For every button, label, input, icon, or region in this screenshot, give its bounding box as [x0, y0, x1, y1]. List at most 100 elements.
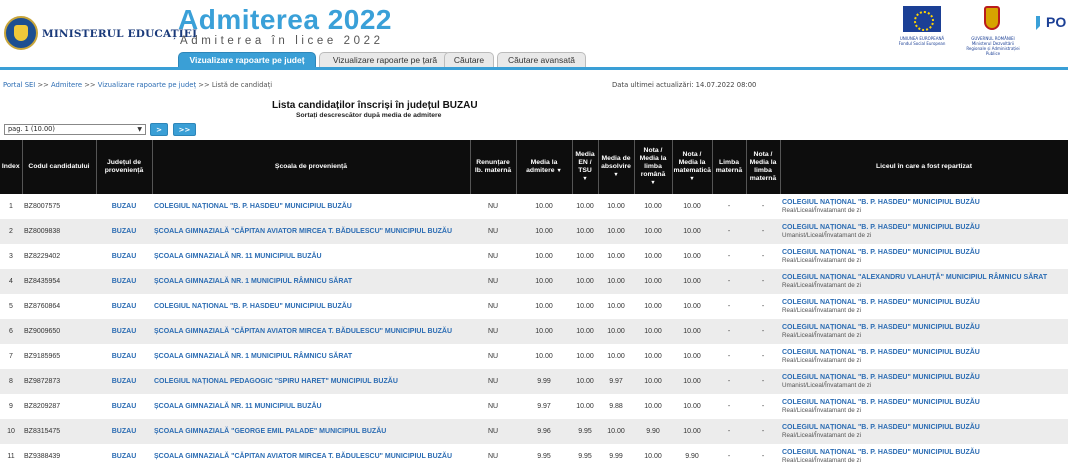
- col-media-admitere[interactable]: Media la admitere ▼: [516, 140, 573, 194]
- tab-search[interactable]: Căutare: [444, 52, 494, 67]
- media-en-value: 10.00: [576, 203, 594, 210]
- school-link[interactable]: ȘCOALA GIMNAZIALĂ NR. 1 MUNICIPIUL RÂMNI…: [152, 269, 470, 294]
- col-nota-romana-label: Nota / Media la limba română: [639, 147, 667, 178]
- liceu-link[interactable]: COLEGIUL NAȚIONAL "ALEXANDRU VLAHUȚĂ" MU…: [782, 274, 1066, 282]
- liceu-link[interactable]: COLEGIUL NAȚIONAL "B. P. HASDEU" MUNICIP…: [782, 424, 1066, 432]
- county-link[interactable]: BUZAU: [96, 419, 152, 444]
- col-nota-matematica[interactable]: Nota / Media la matematică ▼: [672, 140, 713, 194]
- nota-romana-value: 9.90: [646, 428, 660, 435]
- school-link[interactable]: COLEGIUL NAȚIONAL "B. P. HASDEU" MUNICIP…: [152, 294, 470, 319]
- renunt-value: NU: [487, 378, 499, 385]
- renunt-value: NU: [487, 328, 499, 335]
- col-county[interactable]: Județul de proveniență: [96, 140, 153, 194]
- school-link[interactable]: ȘCOALA GIMNAZIALĂ NR. 11 MUNICIPIUL BUZĂ…: [152, 244, 470, 269]
- col-nota-romana[interactable]: Nota / Media la limba română ▼: [634, 140, 673, 194]
- county-link[interactable]: BUZAU: [96, 394, 152, 419]
- school-link[interactable]: ȘCOALA GIMNAZIALĂ "CĂPITAN AVIATOR MIRCE…: [152, 444, 470, 469]
- liceu-link[interactable]: COLEGIUL NAȚIONAL "B. P. HASDEU" MUNICIP…: [782, 374, 1066, 382]
- liceu-link[interactable]: COLEGIUL NAȚIONAL "B. P. HASDEU" MUNICIP…: [782, 324, 1066, 332]
- breadcrumb-separator: >>: [82, 81, 98, 89]
- county-link[interactable]: BUZAU: [96, 269, 152, 294]
- tab-advanced-search[interactable]: Căutare avansată: [497, 52, 586, 67]
- row-index: 1: [9, 203, 13, 210]
- liceu-specialization: Umanist/Liceal/Învatamant de zi: [782, 381, 872, 389]
- limba-materna-value: -: [727, 253, 731, 260]
- nota-limba-materna-value: -: [761, 303, 765, 310]
- county-link[interactable]: BUZAU: [96, 319, 152, 344]
- media-absolvire-value: 10.00: [607, 328, 625, 335]
- limba-materna-value: -: [727, 378, 731, 385]
- school-link[interactable]: ȘCOALA GIMNAZIALĂ "GEORGE EMIL PALADE" M…: [152, 419, 470, 444]
- limba-materna-value: -: [727, 353, 731, 360]
- media-admitere-value: 9.99: [537, 378, 551, 385]
- nota-limba-materna-value: -: [761, 378, 765, 385]
- col-media-en[interactable]: Media EN / TSU ▼: [572, 140, 599, 194]
- nota-romana-value: 10.00: [644, 353, 662, 360]
- media-absolvire-value: 10.00: [607, 278, 625, 285]
- nota-romana-value: 10.00: [644, 203, 662, 210]
- chevron-down-icon: ▼: [137, 126, 142, 133]
- school-link[interactable]: ȘCOALA GIMNAZIALĂ NR. 11 MUNICIPIUL BUZĂ…: [152, 394, 470, 419]
- county-link[interactable]: BUZAU: [96, 194, 152, 219]
- school-link[interactable]: COLEGIUL NAȚIONAL "B. P. HASDEU" MUNICIP…: [152, 194, 470, 219]
- media-en-value: 10.00: [576, 253, 594, 260]
- row-index: 2: [9, 228, 13, 235]
- assigned-liceu: COLEGIUL NAȚIONAL "B. P. HASDEU" MUNICIP…: [780, 219, 1068, 244]
- limba-materna-value: -: [727, 403, 731, 410]
- liceu-link[interactable]: COLEGIUL NAȚIONAL "B. P. HASDEU" MUNICIP…: [782, 224, 1066, 232]
- col-media-absolvire[interactable]: Media de absolvire ▼: [598, 140, 635, 194]
- nota-matematica-value: 10.00: [683, 253, 701, 260]
- school-link[interactable]: COLEGIUL NAȚIONAL PEDAGOGIC "SPIRU HARET…: [152, 369, 470, 394]
- breadcrumb-portal-sei[interactable]: Portal SEI: [3, 81, 35, 89]
- school-link[interactable]: ȘCOALA GIMNAZIALĂ "CĂPITAN AVIATOR MIRCE…: [152, 219, 470, 244]
- liceu-link[interactable]: COLEGIUL NAȚIONAL "B. P. HASDEU" MUNICIP…: [782, 249, 1066, 257]
- next-page-button[interactable]: >: [150, 123, 168, 136]
- candidate-code: BZ9872873: [24, 378, 61, 385]
- nota-romana-value: 10.00: [644, 453, 662, 460]
- row-index: 11: [7, 453, 15, 460]
- county-link[interactable]: BUZAU: [96, 219, 152, 244]
- nota-limba-materna-value: -: [761, 453, 765, 460]
- candidate-code: BZ8435954: [24, 278, 61, 285]
- media-admitere-value: 10.00: [535, 203, 553, 210]
- assigned-liceu: COLEGIUL NAȚIONAL "B. P. HASDEU" MUNICIP…: [780, 294, 1068, 319]
- table-row: 4 BZ8435954 BUZAU ȘCOALA GIMNAZIALĂ NR. 1 M…: [0, 269, 1068, 294]
- last-update: Data ultimei actualizări: 14.07.2022 08:…: [612, 81, 757, 89]
- county-link[interactable]: BUZAU: [96, 369, 152, 394]
- tab-country-reports[interactable]: Vizualizare rapoarte pe țară: [319, 52, 451, 67]
- liceu-link[interactable]: COLEGIUL NAȚIONAL "B. P. HASDEU" MUNICIP…: [782, 199, 1066, 207]
- liceu-link[interactable]: COLEGIUL NAȚIONAL "B. P. HASDEU" MUNICIP…: [782, 299, 1066, 307]
- media-admitere-value: 10.00: [535, 328, 553, 335]
- media-absolvire-value: 10.00: [607, 353, 625, 360]
- breadcrumb-admitere[interactable]: Admitere: [51, 81, 82, 89]
- nota-matematica-value: 10.00: [683, 353, 701, 360]
- page-select[interactable]: pag. 1 (10.00) ▼: [4, 124, 146, 135]
- media-absolvire-value: 9.99: [609, 453, 623, 460]
- nota-matematica-value: 10.00: [683, 278, 701, 285]
- school-link[interactable]: ȘCOALA GIMNAZIALĂ "CĂPITAN AVIATOR MIRCE…: [152, 319, 470, 344]
- list-title: Lista candidaților înscriși în județul B…: [272, 100, 478, 111]
- county-link[interactable]: BUZAU: [96, 444, 152, 469]
- table-row: 10 BZ8315475 BUZAU ȘCOALA GIMNAZIALĂ "GEORG…: [0, 419, 1068, 444]
- table-header-row: Index Codul candidatului Județul de prov…: [0, 140, 1068, 194]
- liceu-link[interactable]: COLEGIUL NAȚIONAL "B. P. HASDEU" MUNICIP…: [782, 399, 1066, 407]
- liceu-link[interactable]: COLEGIUL NAȚIONAL "B. P. HASDEU" MUNICIP…: [782, 449, 1066, 457]
- nota-romana-value: 10.00: [644, 253, 662, 260]
- county-link[interactable]: BUZAU: [96, 244, 152, 269]
- county-link[interactable]: BUZAU: [96, 344, 152, 369]
- sort-down-icon: ▼: [613, 172, 619, 178]
- renunt-value: NU: [487, 228, 499, 235]
- list-subtitle: Sortați descrescător după media de admit…: [296, 112, 442, 119]
- ministry-name: MINISTERUL EDUCAȚIEI: [42, 28, 198, 40]
- ministry-crest-icon: [4, 16, 38, 50]
- breadcrumb-county-reports[interactable]: Vizualizare rapoarte pe județ: [98, 81, 196, 89]
- last-page-button[interactable]: >>: [173, 123, 196, 136]
- col-school: Școala de proveniență: [152, 140, 471, 194]
- county-link[interactable]: BUZAU: [96, 294, 152, 319]
- liceu-link[interactable]: COLEGIUL NAȚIONAL "B. P. HASDEU" MUNICIP…: [782, 349, 1066, 357]
- tab-county-reports[interactable]: Vizualizare rapoarte pe județ: [178, 52, 316, 67]
- school-link[interactable]: ȘCOALA GIMNAZIALĂ NR. 1 MUNICIPIUL RÂMNI…: [152, 344, 470, 369]
- renunt-value: NU: [487, 253, 499, 260]
- media-absolvire-value: 10.00: [607, 228, 625, 235]
- row-index: 6: [9, 328, 13, 335]
